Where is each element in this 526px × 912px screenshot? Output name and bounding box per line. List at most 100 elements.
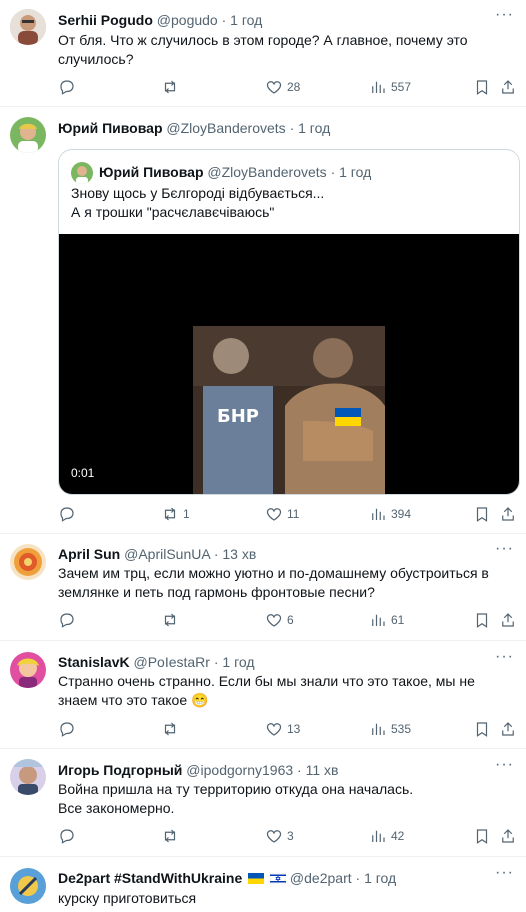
like-button[interactable]: 13 xyxy=(265,719,300,739)
post-actions: 1 11 394 xyxy=(58,504,518,524)
reply-button[interactable] xyxy=(58,719,80,739)
view-count: 394 xyxy=(391,507,412,521)
quoted-post[interactable]: Юрий Пивовар @ZloyBanderovets · 1 год Зн… xyxy=(58,149,520,495)
avatar[interactable] xyxy=(10,9,46,45)
post[interactable]: April Sun @AprilSunUA · 13 хв ··· Зачем … xyxy=(0,534,526,641)
more-options-icon[interactable]: ··· xyxy=(495,648,514,666)
quoted-time: 1 год xyxy=(339,164,372,180)
like-button[interactable]: 6 xyxy=(265,610,294,630)
bookmark-button[interactable] xyxy=(473,77,491,97)
post-actions: 6 61 xyxy=(58,610,518,630)
post[interactable]: Юрий Пивовар @ZloyBanderovets · 1 год Юр… xyxy=(0,107,526,534)
post-time[interactable]: 1 год xyxy=(222,654,254,670)
author-handle[interactable]: @PoIestaRr xyxy=(133,654,209,670)
avatar[interactable] xyxy=(10,117,46,153)
author-name[interactable]: Юрий Пивовар xyxy=(58,120,163,136)
quoted-author-handle: @ZloyBanderovets xyxy=(207,164,327,180)
post-header: April Sun @AprilSunUA · 13 хв xyxy=(58,546,256,562)
avatar[interactable] xyxy=(10,652,46,688)
view-count: 557 xyxy=(391,80,412,94)
post-time[interactable]: 13 хв xyxy=(222,546,256,562)
views-button[interactable]: 535 xyxy=(369,719,411,739)
share-button[interactable] xyxy=(499,826,517,846)
post[interactable]: Игорь Подгорный @ipodgorny1963 · 11 хв ·… xyxy=(0,749,526,857)
separator-dot: · xyxy=(297,762,302,778)
reply-button[interactable] xyxy=(58,504,80,524)
bookmark-button[interactable] xyxy=(473,610,491,630)
author-name[interactable]: Serhii Pogudo xyxy=(58,12,153,28)
avatar[interactable] xyxy=(10,759,46,795)
heart-icon xyxy=(265,78,283,96)
author-name[interactable]: StanislavK xyxy=(58,654,130,670)
repost-button[interactable]: 1 xyxy=(161,504,190,524)
post[interactable]: De2part #StandWithUkraine @de2part · 1 г… xyxy=(0,857,526,912)
post[interactable]: StanislavK @PoIestaRr · 1 год ··· Странн… xyxy=(0,641,526,749)
author-name[interactable]: De2part #StandWithUkraine xyxy=(58,870,242,886)
author-handle[interactable]: @ipodgorny1963 xyxy=(186,762,293,778)
post-time[interactable]: 1 год xyxy=(298,120,330,136)
share-icon xyxy=(499,505,517,523)
views-icon xyxy=(369,720,387,738)
repost-count: 1 xyxy=(183,507,190,521)
bookmark-icon xyxy=(473,720,491,738)
more-options-icon[interactable]: ··· xyxy=(495,540,514,558)
views-button[interactable]: 61 xyxy=(369,610,404,630)
author-name[interactable]: Игорь Подгорный xyxy=(58,762,182,778)
views-button[interactable]: 557 xyxy=(369,77,411,97)
bookmark-button[interactable] xyxy=(473,504,491,524)
reply-icon xyxy=(58,611,76,629)
reply-button[interactable] xyxy=(58,826,80,846)
avatar[interactable] xyxy=(10,544,46,580)
repost-button[interactable] xyxy=(161,826,183,846)
share-button[interactable] xyxy=(499,77,517,97)
post[interactable]: Serhii Pogudo @pogudo · 1 год ··· От бля… xyxy=(0,0,526,107)
heart-icon xyxy=(265,611,283,629)
views-button[interactable]: 394 xyxy=(369,504,411,524)
like-button[interactable]: 28 xyxy=(265,77,300,97)
more-options-icon[interactable]: ··· xyxy=(495,756,514,774)
more-options-icon[interactable]: ··· xyxy=(495,6,514,24)
post-time[interactable]: 11 хв xyxy=(306,762,339,778)
author-handle[interactable]: @AprilSunUA xyxy=(124,546,210,562)
reply-button[interactable] xyxy=(58,610,80,630)
post-header: Юрий Пивовар @ZloyBanderovets · 1 год xyxy=(58,120,330,136)
like-button[interactable]: 11 xyxy=(265,504,299,524)
author-handle[interactable]: @ZloyBanderovets xyxy=(166,120,285,136)
reply-button[interactable] xyxy=(58,77,80,97)
repost-icon xyxy=(161,611,179,629)
post-time[interactable]: 1 год xyxy=(230,12,262,28)
share-button[interactable] xyxy=(499,610,517,630)
video-timestamp: 0:01 xyxy=(71,466,95,480)
author-handle[interactable]: @de2part xyxy=(290,870,352,886)
avatar-image xyxy=(10,652,46,688)
share-button[interactable] xyxy=(499,719,517,739)
repost-icon xyxy=(161,78,179,96)
avatar-image xyxy=(10,117,46,153)
views-icon xyxy=(369,611,387,629)
quoted-author-name: Юрий Пивовар xyxy=(99,164,204,180)
avatar-image xyxy=(10,544,46,580)
post-text-line-1: Война пришла на ту территорию откуда она… xyxy=(58,781,414,797)
repost-button[interactable] xyxy=(161,719,183,739)
share-button[interactable] xyxy=(499,504,517,524)
views-icon xyxy=(369,827,387,845)
bookmark-icon xyxy=(473,827,491,845)
views-icon xyxy=(369,505,387,523)
more-options-icon[interactable]: ··· xyxy=(495,864,514,882)
post-time[interactable]: 1 год xyxy=(364,870,396,886)
views-button[interactable]: 42 xyxy=(369,826,404,846)
video-player[interactable]: БНР 0:01 xyxy=(59,234,519,494)
view-count: 61 xyxy=(391,613,405,627)
like-button[interactable]: 3 xyxy=(265,826,294,846)
bookmark-button[interactable] xyxy=(473,719,491,739)
quoted-avatar[interactable] xyxy=(71,162,93,184)
video-overlay-text: БНР xyxy=(217,406,259,427)
repost-button[interactable] xyxy=(161,610,183,630)
post-header: Serhii Pogudo @pogudo · 1 год xyxy=(58,12,262,28)
avatar[interactable] xyxy=(10,868,46,904)
author-handle[interactable]: @pogudo xyxy=(157,12,218,28)
author-name[interactable]: April Sun xyxy=(58,546,120,562)
post-actions: 3 42 xyxy=(58,826,518,846)
repost-button[interactable] xyxy=(161,77,183,97)
bookmark-button[interactable] xyxy=(473,826,491,846)
